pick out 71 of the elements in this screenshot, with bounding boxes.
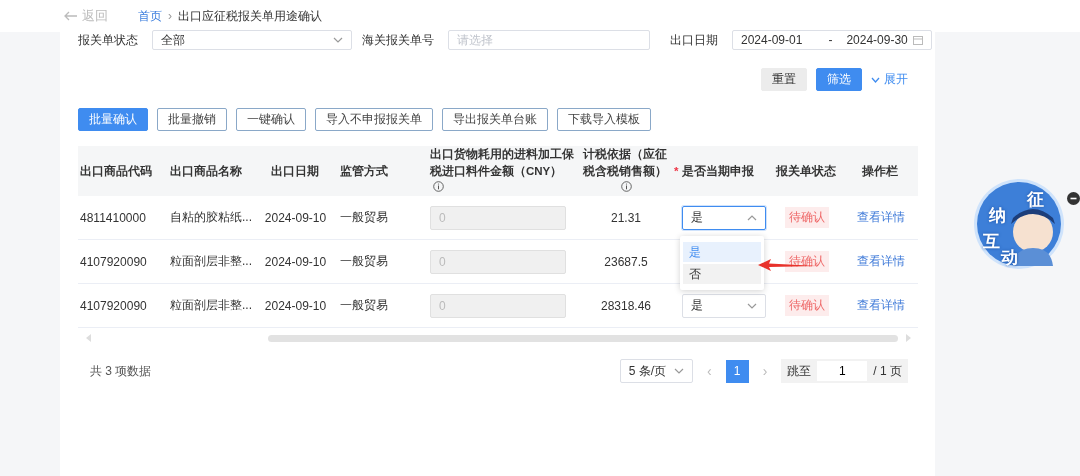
- calendar-icon: [913, 35, 923, 45]
- column-header: 监管方式: [340, 163, 388, 179]
- dropdown-option[interactable]: 否: [683, 264, 761, 284]
- breadcrumb-separator: ›: [168, 9, 172, 23]
- scrollbar-thumb[interactable]: [268, 334, 898, 342]
- total-count: 共 3 项数据: [89, 362, 153, 380]
- table-cell: 23687.5: [604, 254, 648, 269]
- chevron-icon: [747, 302, 757, 309]
- info-icon: [621, 181, 632, 192]
- filter-label: 报关单状态: [78, 31, 138, 49]
- table-cell: 粒面剖层非整...: [170, 297, 252, 314]
- declare-select[interactable]: 是: [682, 205, 766, 230]
- action-button[interactable]: 一键确认: [236, 108, 306, 131]
- status-tag: 待确认: [785, 207, 829, 228]
- required-mark: *: [674, 164, 679, 179]
- status-select[interactable]: 全部: [152, 30, 352, 50]
- chevron-icon: [333, 37, 343, 43]
- back-arrow-icon: [64, 11, 78, 21]
- view-details-link[interactable]: 查看详情: [857, 209, 905, 226]
- status-tag: 待确认: [785, 295, 829, 316]
- filter-label: 海关报关单号: [362, 31, 434, 49]
- action-button[interactable]: 批量撤销: [157, 108, 227, 131]
- column-header: 是否当期申报: [682, 164, 755, 179]
- table-cell: 一般贸易: [340, 209, 388, 226]
- reset-button[interactable]: 重置: [761, 68, 807, 91]
- view-details-link[interactable]: 查看详情: [857, 253, 905, 270]
- table-cell: 一般贸易: [340, 297, 388, 314]
- declare-select[interactable]: 是: [682, 293, 766, 318]
- table-cell: 自粘的胶粘纸...: [170, 209, 252, 226]
- column-header: 操作栏: [862, 164, 898, 179]
- table-cell: 4811410000: [80, 210, 146, 225]
- breadcrumb-home[interactable]: 首页: [138, 7, 162, 25]
- dropdown-option[interactable]: 是: [683, 242, 761, 262]
- breadcrumb-current: 出口应征税报关单用途确认: [178, 7, 322, 25]
- column-header: 报关单状态: [776, 163, 836, 179]
- goto-page-field[interactable]: 1: [817, 361, 868, 381]
- table-cell: 21.31: [611, 210, 641, 225]
- table-cell: 一般贸易: [340, 253, 388, 270]
- scroll-left-icon: [86, 334, 91, 342]
- table-cell: 2024-09-10: [264, 254, 327, 269]
- page-button[interactable]: 1: [725, 359, 749, 383]
- expand-link[interactable]: 展开: [871, 71, 908, 88]
- action-button[interactable]: 批量确认: [78, 108, 148, 131]
- info-icon: [433, 181, 444, 192]
- filter-label: 出口日期: [670, 31, 718, 49]
- column-header: 出口货物耗用的进料加工保税进口料件金额（CNY）: [430, 146, 576, 197]
- column-header: 出口日期: [270, 164, 319, 179]
- chevron-icon: [871, 76, 880, 83]
- table-cell: 2024-09-10: [264, 210, 327, 225]
- chevron-icon: [747, 214, 757, 221]
- assistant-badge[interactable]: 征 纳 互 动: [977, 182, 1061, 266]
- scroll-right-icon: [906, 334, 911, 342]
- column-header: 计税依据（应征税含税销售额）: [582, 146, 668, 197]
- action-button[interactable]: 导出报关单台账: [442, 108, 548, 131]
- date-range-field[interactable]: 2024-09-01 - 2024-09-30: [732, 30, 932, 50]
- page-size-select[interactable]: 5 条/页: [619, 359, 693, 383]
- chevron-icon: [673, 368, 684, 374]
- view-details-link[interactable]: 查看详情: [857, 297, 905, 314]
- column-header: 出口商品名称: [170, 163, 242, 179]
- action-button[interactable]: 导入不申报报关单: [315, 108, 433, 131]
- table-cell: 4107920090: [80, 298, 147, 313]
- page-count: / 1 页: [873, 362, 902, 380]
- table-cell: 28318.46: [600, 298, 652, 313]
- table-cell: 粒面剖层非整...: [170, 253, 252, 270]
- goto-label: 跳至: [787, 362, 812, 380]
- action-button[interactable]: 下载导入模板: [557, 108, 651, 131]
- table-cell: 2024-09-10: [264, 298, 327, 313]
- table-cell: 4107920090: [80, 254, 147, 269]
- filter-button[interactable]: 筛选: [816, 68, 862, 91]
- column-header: 出口商品代码: [80, 163, 152, 179]
- minimize-icon[interactable]: [1067, 192, 1080, 205]
